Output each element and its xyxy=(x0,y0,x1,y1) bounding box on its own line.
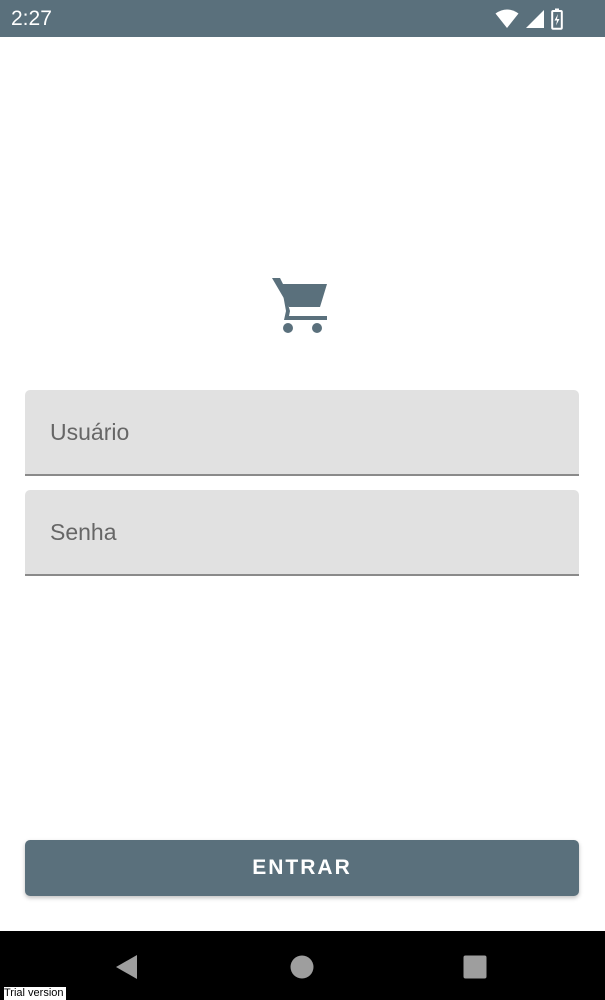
wifi-icon xyxy=(495,9,519,29)
back-icon[interactable] xyxy=(113,953,141,981)
status-bar: 2:27 xyxy=(0,0,605,37)
shopping-cart-icon xyxy=(270,276,330,334)
login-button[interactable]: ENTRAR xyxy=(25,840,579,896)
signal-icon xyxy=(525,9,545,29)
home-icon[interactable] xyxy=(288,953,316,981)
navigation-bar xyxy=(0,931,605,1000)
username-field[interactable] xyxy=(25,390,579,476)
status-icons xyxy=(495,8,563,30)
status-time: 2:27 xyxy=(11,7,52,30)
username-input[interactable] xyxy=(25,390,579,474)
login-screen: 2:27 Usuário ENTRAR Trial version xyxy=(0,0,605,1000)
trial-watermark: Trial version xyxy=(4,987,66,1000)
password-input[interactable] xyxy=(25,490,579,574)
battery-icon xyxy=(551,8,563,30)
recents-icon[interactable] xyxy=(461,953,489,981)
password-field[interactable] xyxy=(25,490,579,576)
